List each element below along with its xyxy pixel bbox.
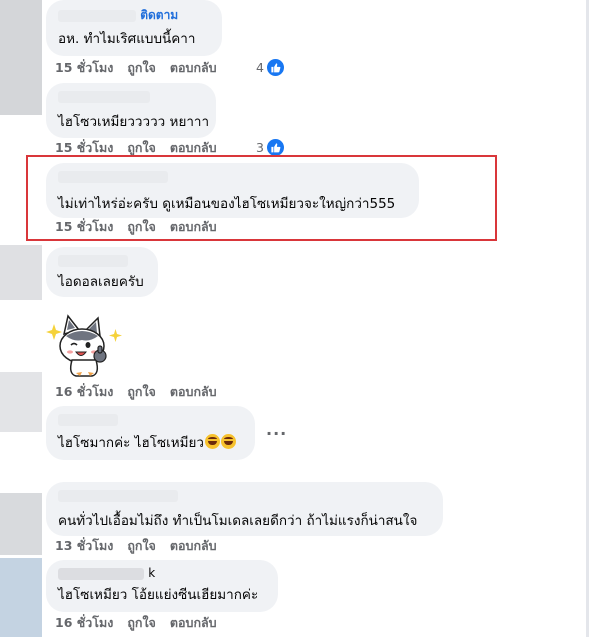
- comment-text: ไฮโซมากค่ะ ไฮโซเหมียว: [58, 434, 243, 452]
- comment-timestamp[interactable]: 15 ชั่วโมง: [55, 58, 113, 78]
- reaction-count[interactable]: 4: [256, 57, 285, 77]
- reply-link[interactable]: ตอบกลับ: [170, 382, 217, 402]
- thumbs-up-icon: [265, 57, 285, 77]
- comment-timestamp[interactable]: 15 ชั่วโมง: [55, 138, 113, 158]
- comment-actions: 16 ชั่วโมง ถูกใจ ตอบกลับ: [55, 383, 217, 401]
- comment-bubble: ไฮโซวเหมียววววว หยาาา: [46, 83, 216, 138]
- comment-author[interactable]: [58, 89, 204, 103]
- reaction-number: 3: [256, 139, 264, 155]
- comment-actions: 15 ชั่วโมง ถูกใจ ตอบกลับ: [55, 59, 217, 77]
- avatar[interactable]: [0, 372, 42, 432]
- comment-bubble: คนทั่วไปเอื้อมไม่ถึง ทำเป็นโมเดลเลยดีกว่…: [46, 482, 443, 536]
- reply-link[interactable]: ตอบกลับ: [170, 138, 217, 158]
- comment-bubble: ติดตาม อห. ทำไมเริศแบบนี้คาา: [46, 0, 222, 56]
- comment-text: ไฮโซเหมียว โอ้ยแย่งซีนเฮียมากค่ะ: [58, 587, 259, 603]
- comment-author[interactable]: [58, 488, 431, 502]
- comment-actions: 15 ชั่วโมง ถูกใจ ตอบกลับ: [55, 139, 217, 157]
- reaction-number: 4: [256, 59, 264, 75]
- reaction-count[interactable]: 3: [256, 137, 285, 157]
- avatar[interactable]: [0, 493, 42, 555]
- like-link[interactable]: ถูกใจ: [127, 138, 156, 158]
- comment-author[interactable]: k: [58, 566, 266, 580]
- like-link[interactable]: ถูกใจ: [127, 58, 156, 78]
- follow-button[interactable]: ติดตาม: [140, 8, 178, 22]
- comment-bubble: ไฮโซมากค่ะ ไฮโซเหมียว: [46, 406, 255, 460]
- comment-author[interactable]: [58, 412, 243, 426]
- avatar[interactable]: [0, 0, 42, 115]
- comment-text: ไฮโซวเหมียววววว หยาาา: [58, 114, 210, 130]
- comment-actions: 13 ชั่วโมง ถูกใจ ตอบกลับ: [55, 537, 217, 555]
- comment-text: คนทั่วไปเอื้อมไม่ถึง ทำเป็นโมเดลเลยดีกว่…: [58, 513, 418, 529]
- comment-timestamp[interactable]: 16 ชั่วโมง: [55, 382, 113, 402]
- reply-link[interactable]: ตอบกลับ: [170, 536, 217, 556]
- comment-author[interactable]: [58, 169, 407, 183]
- blurred-name: [58, 567, 144, 580]
- like-link[interactable]: ถูกใจ: [127, 382, 156, 402]
- laughing-emoji-icon: [221, 434, 237, 449]
- comment-text: อห. ทำไมเริศแบบนี้คาา: [58, 31, 196, 47]
- avatar[interactable]: [0, 245, 42, 300]
- comment-text-body: ไฮโซมากค่ะ ไฮโซเหมียว: [58, 435, 205, 451]
- comment-actions: 15 ชั่วโมง ถูกใจ ตอบกลับ: [55, 218, 217, 236]
- blurred-name: [58, 254, 128, 267]
- reply-link[interactable]: ตอบกลับ: [170, 613, 217, 633]
- cat-sticker-icon[interactable]: [46, 312, 124, 378]
- comment-timestamp[interactable]: 16 ชั่วโมง: [55, 613, 113, 633]
- comment-timestamp[interactable]: 13 ชั่วโมง: [55, 536, 113, 556]
- comment-text: ไอดอลเลยครับ: [58, 274, 144, 290]
- comment-bubble: k ไฮโซเหมียว โอ้ยแย่งซีนเฮียมากค่ะ: [46, 560, 278, 612]
- comment-timestamp[interactable]: 15 ชั่วโมง: [55, 217, 113, 237]
- blurred-name: [58, 90, 150, 103]
- like-link[interactable]: ถูกใจ: [127, 217, 156, 237]
- reply-link[interactable]: ตอบกลับ: [170, 217, 217, 237]
- blurred-name: [58, 170, 168, 183]
- author-name-fragment: k: [148, 566, 156, 580]
- avatar[interactable]: [0, 558, 42, 637]
- comment-bubble: ไม่เท่าไหร่อ่ะครับ ดูเหมือนของไฮโซเหมียว…: [46, 163, 419, 218]
- more-options-button[interactable]: ...: [266, 420, 287, 439]
- comment-author[interactable]: [58, 253, 146, 267]
- like-link[interactable]: ถูกใจ: [127, 613, 156, 633]
- thumbs-up-icon: [265, 137, 285, 157]
- blurred-name: [58, 489, 178, 502]
- reply-link[interactable]: ตอบกลับ: [170, 58, 217, 78]
- comment-bubble: ไอดอลเลยครับ: [46, 247, 158, 297]
- like-link[interactable]: ถูกใจ: [127, 536, 156, 556]
- blurred-name: [58, 413, 118, 426]
- comment-actions: 16 ชั่วโมง ถูกใจ ตอบกลับ: [55, 614, 217, 632]
- laughing-emoji-icon: [205, 434, 221, 449]
- blurred-name: [58, 9, 136, 22]
- comment-author[interactable]: ติดตาม: [58, 8, 210, 22]
- comment-text: ไม่เท่าไหร่อ่ะครับ ดูเหมือนของไฮโซเหมียว…: [58, 196, 396, 212]
